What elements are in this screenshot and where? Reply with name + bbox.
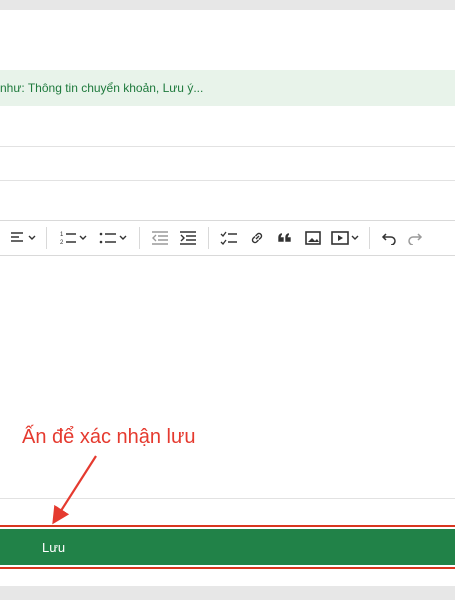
text-field-2[interactable]: [0, 147, 455, 181]
align-dropdown[interactable]: [6, 226, 40, 250]
text-input-1[interactable]: [0, 108, 455, 146]
toolbar-separator: [369, 227, 370, 249]
media-icon: [331, 231, 349, 245]
outdent-icon: [152, 231, 168, 245]
image-icon: [305, 231, 321, 245]
bulleted-list-dropdown[interactable]: [93, 226, 133, 250]
numbered-list-icon: 1 2: [60, 232, 76, 246]
save-highlight: Lưu: [0, 525, 455, 569]
todo-list-button[interactable]: [215, 226, 243, 250]
undo-button[interactable]: [376, 226, 402, 250]
save-button[interactable]: Lưu: [0, 529, 455, 565]
text-field-1[interactable]: [0, 108, 455, 147]
media-dropdown[interactable]: [327, 226, 363, 250]
annotation-text: Ấn để xác nhận lưu: [22, 426, 196, 448]
blockquote-button[interactable]: [271, 226, 299, 250]
chevron-down-icon: [119, 235, 127, 240]
svg-text:2: 2: [60, 240, 64, 246]
hint-banner: o như: Thông tin chuyển khoản, Lưu ý...: [0, 70, 455, 106]
svg-text:1: 1: [60, 232, 64, 238]
indent-icon: [180, 231, 196, 245]
todo-list-icon: [220, 231, 237, 245]
redo-button[interactable]: [402, 226, 428, 250]
blockquote-icon: [278, 233, 291, 242]
numbered-list-dropdown[interactable]: 1 2: [53, 226, 93, 250]
link-button[interactable]: [243, 226, 271, 250]
save-button-label: Lưu: [42, 539, 66, 555]
align-left-icon: [11, 232, 23, 242]
image-button[interactable]: [299, 226, 327, 250]
indent-button[interactable]: [174, 226, 202, 250]
chevron-down-icon: [79, 235, 87, 240]
chevron-down-icon: [351, 235, 359, 240]
editor-toolbar: 1 2: [0, 220, 455, 256]
outdent-button[interactable]: [146, 226, 174, 250]
chevron-down-icon: [28, 235, 36, 240]
rich-text-editor[interactable]: [0, 256, 455, 499]
hint-text: o như: Thông tin chuyển khoản, Lưu ý...: [0, 81, 204, 95]
redo-icon: [408, 233, 423, 245]
toolbar-separator: [208, 227, 209, 249]
undo-icon: [381, 233, 396, 245]
toolbar-separator: [139, 227, 140, 249]
text-input-2[interactable]: [0, 147, 455, 180]
link-icon: [251, 232, 263, 244]
toolbar-separator: [46, 227, 47, 249]
bulleted-list-icon: [99, 232, 116, 244]
